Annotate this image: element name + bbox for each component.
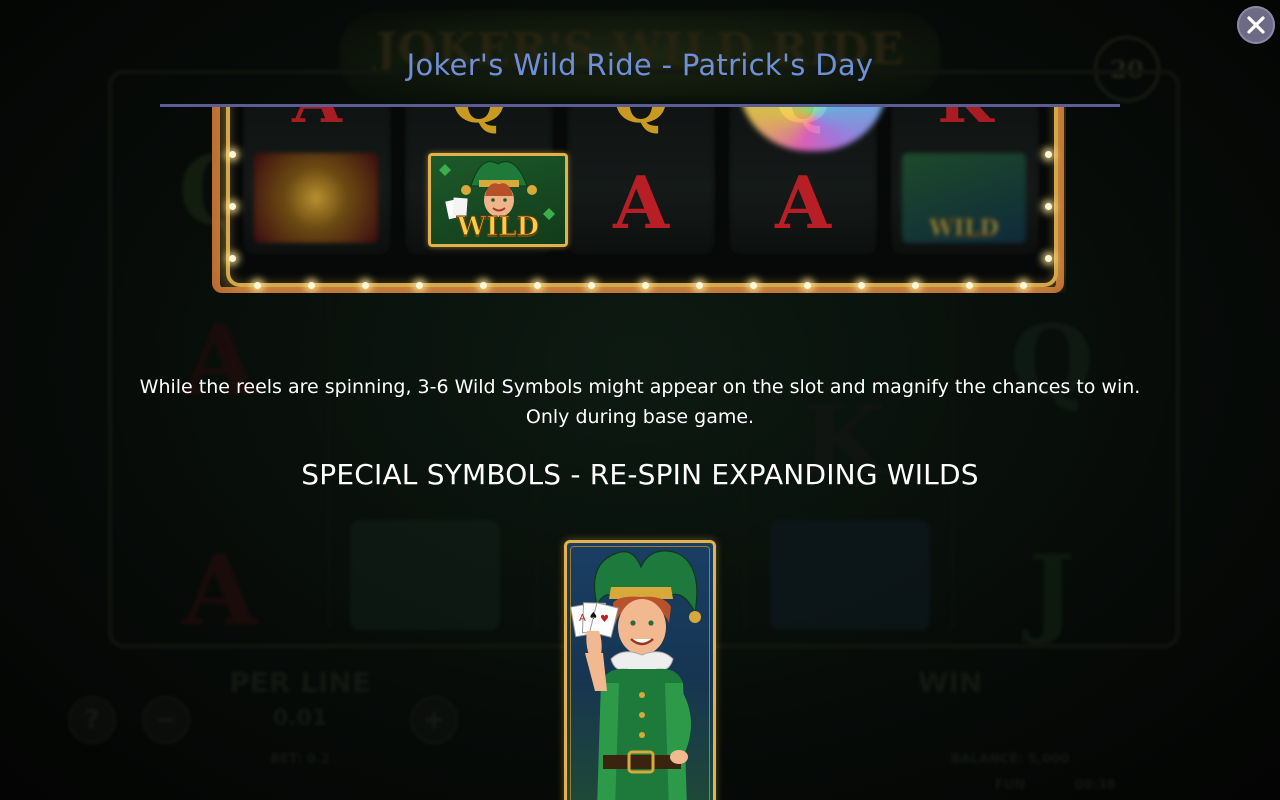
feature-description: While the reels are spinning, 3-6 Wild S… xyxy=(100,372,1180,432)
section-title: SPECIAL SYMBOLS - RE-SPIN EXPANDING WILD… xyxy=(301,458,979,491)
marquee-bulb xyxy=(416,282,423,289)
faded-wild-label: WILD xyxy=(929,215,1000,242)
marquee-bulb xyxy=(966,282,973,289)
marquee-bulb xyxy=(534,282,541,289)
marquee-bulb xyxy=(1045,255,1052,262)
marquee-bulb xyxy=(254,282,261,289)
preview-reel-5: K WILD xyxy=(890,107,1040,257)
expanding-wild-symbol-card: A ♠ ♥ xyxy=(564,540,716,800)
preview-faded-wild-symbol: WILD xyxy=(902,153,1026,243)
preview-symbol: A xyxy=(775,160,831,245)
feature-info-overlay: Joker's Wild Ride - Patrick's Day A Q Q … xyxy=(0,0,1280,800)
description-line: While the reels are spinning, 3-6 Wild S… xyxy=(139,376,1141,398)
marquee-bulb xyxy=(858,282,865,289)
preview-symbol: Q xyxy=(404,107,554,133)
marquee-bulb xyxy=(362,282,369,289)
description-line: Only during base game. xyxy=(525,406,755,428)
svg-text:A: A xyxy=(579,613,586,624)
marquee-bulb xyxy=(588,282,595,289)
marquee-bulb xyxy=(1045,151,1052,158)
preview-reel-1: A xyxy=(242,107,392,257)
preview-gold-coins-symbol xyxy=(254,153,378,243)
close-icon xyxy=(1247,16,1265,34)
reel-preview-frame: A Q Q A Q A K WILD xyxy=(226,107,1058,287)
marquee-bulb xyxy=(912,282,919,289)
reel-preview-illustration: A Q Q A Q A K WILD xyxy=(212,107,1066,293)
svg-text:♠: ♠ xyxy=(589,611,598,622)
preview-wild-symbol: WILD xyxy=(428,153,568,247)
modal-title: Joker's Wild Ride - Patrick's Day xyxy=(406,48,874,82)
marquee-bulb xyxy=(229,151,236,158)
marquee-bulb xyxy=(229,203,236,210)
preview-symbol: Q xyxy=(566,107,716,133)
preview-symbol: A xyxy=(242,107,392,133)
marquee-bulb xyxy=(308,282,315,289)
svg-text:♥: ♥ xyxy=(600,614,609,625)
marquee-bulb xyxy=(750,282,757,289)
marquee-bulb xyxy=(480,282,487,289)
marquee-bulb xyxy=(229,255,236,262)
close-button[interactable] xyxy=(1237,6,1275,44)
marquee-bulb xyxy=(804,282,811,289)
marquee-bulb xyxy=(642,282,649,289)
marquee-bulb xyxy=(696,282,703,289)
preview-reel-3: Q A xyxy=(566,107,716,257)
jester-full-figure-icon: A ♠ ♥ xyxy=(569,550,701,800)
preview-symbol: K xyxy=(890,107,1040,133)
marquee-bulb xyxy=(1020,282,1027,289)
wild-label: WILD xyxy=(456,212,540,243)
preview-symbol: A xyxy=(613,160,669,245)
marquee-bulb xyxy=(1045,203,1052,210)
game-stage: JOKER'S WILD RIDE 20 Q Q A K A J ? − PER… xyxy=(0,0,1280,800)
